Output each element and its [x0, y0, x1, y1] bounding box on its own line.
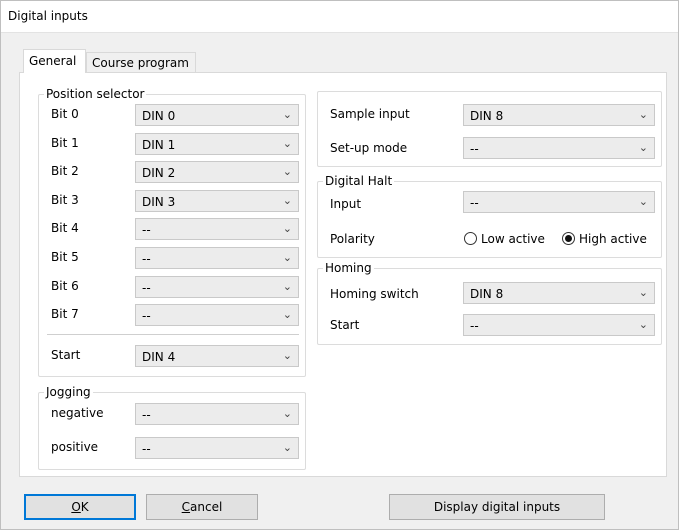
title-bar: Digital inputs — [0, 0, 679, 33]
low-active-radio[interactable] — [464, 232, 477, 245]
bit-7-select[interactable]: -- ⌄ — [135, 304, 299, 326]
cancel-mnemonic: C — [181, 500, 191, 514]
bit-3-select[interactable]: DIN 3 ⌄ — [135, 190, 299, 212]
chevron-down-icon: ⌄ — [638, 195, 648, 208]
jog-negative-select[interactable]: -- ⌄ — [135, 403, 299, 425]
sample-input-value: DIN 8 — [470, 109, 504, 123]
homing-start-label: Start — [330, 318, 360, 332]
bit-6-select[interactable]: -- ⌄ — [135, 276, 299, 298]
ok-rest: K — [80, 500, 89, 514]
bit-6-value: -- — [142, 281, 151, 295]
halt-input-value: -- — [470, 196, 479, 210]
chevron-down-icon: ⌄ — [282, 108, 292, 121]
display-digital-inputs-button[interactable]: Display digital inputs — [389, 494, 605, 520]
separator — [47, 334, 299, 335]
low-active-label[interactable]: Low active — [481, 232, 545, 246]
bit-7-label: Bit 7 — [51, 307, 79, 321]
bit-2-label: Bit 2 — [51, 164, 79, 178]
chevron-down-icon: ⌄ — [282, 222, 292, 235]
ok-mnemonic: O — [71, 500, 81, 514]
bit-1-select[interactable]: DIN 1 ⌄ — [135, 133, 299, 155]
bit-2-value: DIN 2 — [142, 166, 176, 180]
bit-6-label: Bit 6 — [51, 279, 79, 293]
tab-course-program[interactable]: Course program — [86, 52, 196, 72]
polarity-label: Polarity — [330, 232, 375, 246]
display-digital-inputs-label: Display digital inputs — [433, 500, 561, 514]
jog-positive-select[interactable]: -- ⌄ — [135, 437, 299, 459]
start-select[interactable]: DIN 4 ⌄ — [135, 345, 299, 367]
high-active-radio[interactable] — [562, 232, 575, 245]
window-title: Digital inputs — [8, 9, 88, 23]
chevron-down-icon: ⌄ — [282, 194, 292, 207]
halt-input-label: Input — [330, 197, 362, 211]
halt-input-select[interactable]: -- ⌄ — [463, 191, 655, 213]
jog-positive-value: -- — [142, 442, 151, 456]
setup-mode-value: -- — [470, 142, 479, 156]
start-label: Start — [51, 348, 81, 362]
chevron-down-icon: ⌄ — [282, 137, 292, 150]
digital-halt-title: Digital Halt — [323, 174, 395, 188]
chevron-down-icon: ⌄ — [282, 280, 292, 293]
chevron-down-icon: ⌄ — [638, 318, 648, 331]
chevron-down-icon: ⌄ — [282, 251, 292, 264]
jog-negative-label: negative — [51, 406, 104, 420]
homing-switch-select[interactable]: DIN 8 ⌄ — [463, 282, 655, 304]
sample-input-select[interactable]: DIN 8 ⌄ — [463, 104, 655, 126]
jog-negative-value: -- — [142, 408, 151, 422]
bit-4-value: -- — [142, 223, 151, 237]
cancel-rest: ancel — [190, 500, 223, 514]
ok-button[interactable]: OK — [24, 494, 136, 520]
bit-1-label: Bit 1 — [51, 136, 79, 150]
homing-switch-value: DIN 8 — [470, 287, 504, 301]
homing-switch-label: Homing switch — [330, 287, 419, 301]
chevron-down-icon: ⌄ — [638, 108, 648, 121]
chevron-down-icon: ⌄ — [638, 141, 648, 154]
tab-course-program-label: Course program — [92, 56, 189, 70]
chevron-down-icon: ⌄ — [282, 165, 292, 178]
chevron-down-icon: ⌄ — [282, 407, 292, 420]
homing-start-value: -- — [470, 319, 479, 333]
bit-5-value: -- — [142, 252, 151, 266]
setup-mode-label: Set-up mode — [330, 141, 408, 155]
tab-general-label: General — [29, 54, 77, 68]
start-value: DIN 4 — [142, 350, 176, 364]
homing-start-select[interactable]: -- ⌄ — [463, 314, 655, 336]
setup-mode-select[interactable]: -- ⌄ — [463, 137, 655, 159]
bit-0-select[interactable]: DIN 0 ⌄ — [135, 104, 299, 126]
tab-general[interactable]: General — [23, 49, 86, 73]
bit-7-value: -- — [142, 309, 151, 323]
jogging-title: Jogging — [44, 385, 93, 399]
bit-2-select[interactable]: DIN 2 ⌄ — [135, 161, 299, 183]
cancel-button[interactable]: Cancel — [146, 494, 258, 520]
bit-3-label: Bit 3 — [51, 193, 79, 207]
bit-1-value: DIN 1 — [142, 138, 176, 152]
bit-0-value: DIN 0 — [142, 109, 176, 123]
bit-5-label: Bit 5 — [51, 250, 79, 264]
bit-4-label: Bit 4 — [51, 221, 79, 235]
sample-input-label: Sample input — [330, 107, 410, 121]
bit-4-select[interactable]: -- ⌄ — [135, 218, 299, 240]
homing-title: Homing — [323, 261, 374, 275]
bit-0-label: Bit 0 — [51, 107, 79, 121]
position-selector-title: Position selector — [44, 87, 147, 101]
bit-5-select[interactable]: -- ⌄ — [135, 247, 299, 269]
bit-3-value: DIN 3 — [142, 195, 176, 209]
chevron-down-icon: ⌄ — [282, 441, 292, 454]
jog-positive-label: positive — [51, 440, 99, 454]
chevron-down-icon: ⌄ — [638, 286, 648, 299]
high-active-label[interactable]: High active — [579, 232, 647, 246]
chevron-down-icon: ⌄ — [282, 308, 292, 321]
chevron-down-icon: ⌄ — [282, 349, 292, 362]
